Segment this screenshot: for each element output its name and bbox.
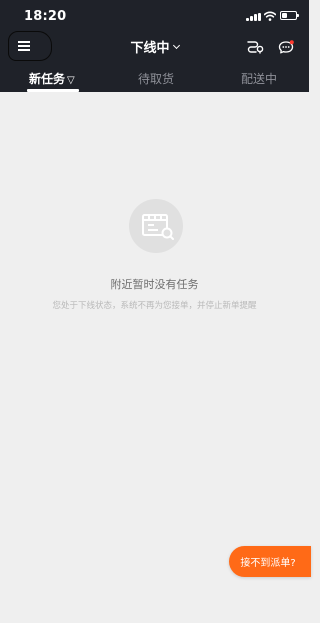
page-title: 下线中	[130, 41, 170, 56]
battery-icon	[280, 11, 299, 20]
active-tab-indicator	[27, 89, 79, 92]
tab-new-tasks[interactable]: 新任务 ▽	[29, 70, 75, 87]
hamburger-menu-icon	[18, 41, 30, 51]
top-bar: 18:20 下线中 新任务 ▽ 待取货 配送中	[0, 0, 309, 92]
filter-icon[interactable]: ▽	[67, 75, 75, 86]
no-dispatch-help-button[interactable]: 接不到派单?	[229, 546, 311, 577]
message-icon[interactable]	[278, 40, 294, 54]
status-bar: 18:20	[0, 0, 309, 32]
tab-label: 配送中	[241, 72, 278, 86]
chevron-down-icon	[172, 41, 180, 49]
cellular-signal-icon	[246, 13, 262, 21]
status-time: 18:20	[24, 9, 67, 24]
route-icon[interactable]	[247, 40, 265, 54]
tab-pending-pickup[interactable]: 待取货	[138, 70, 174, 87]
battery-level	[282, 13, 288, 18]
task-tabs: 新任务 ▽ 待取货 配送中	[0, 68, 309, 92]
empty-state-subtitle: 您处于下线状态，系统不再为您接单，并停止新单提醒	[52, 301, 257, 311]
wifi-icon	[264, 11, 276, 21]
menu-button[interactable]	[8, 31, 52, 61]
notification-badge	[289, 40, 294, 45]
tab-delivering[interactable]: 配送中	[241, 70, 277, 87]
work-status-dropdown[interactable]: 下线中	[130, 37, 180, 56]
empty-task-icon	[142, 214, 174, 240]
tab-label: 待取货	[138, 72, 175, 86]
empty-state-illustration	[129, 199, 183, 253]
tab-label: 新任务	[29, 72, 66, 86]
empty-state-title: 附近暂时没有任务	[110, 278, 199, 291]
